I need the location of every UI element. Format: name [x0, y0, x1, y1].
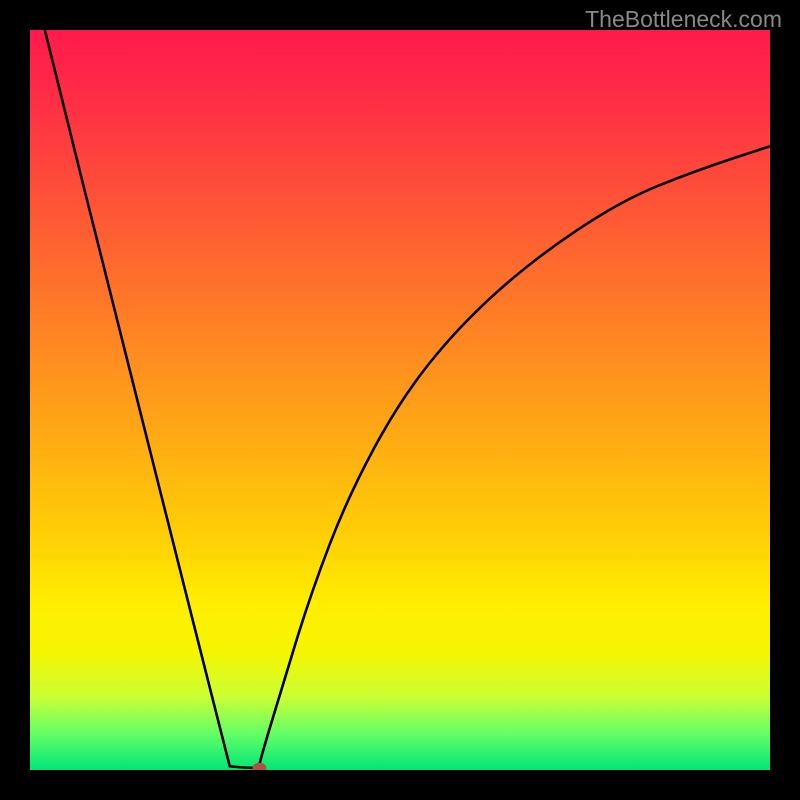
chart-container: TheBottleneck.com	[0, 0, 800, 800]
minimum-marker	[252, 763, 266, 770]
plot-area	[30, 30, 770, 770]
curve-svg	[30, 30, 770, 770]
watermark-text: TheBottleneck.com	[585, 6, 782, 33]
bottleneck-curve	[45, 30, 770, 768]
